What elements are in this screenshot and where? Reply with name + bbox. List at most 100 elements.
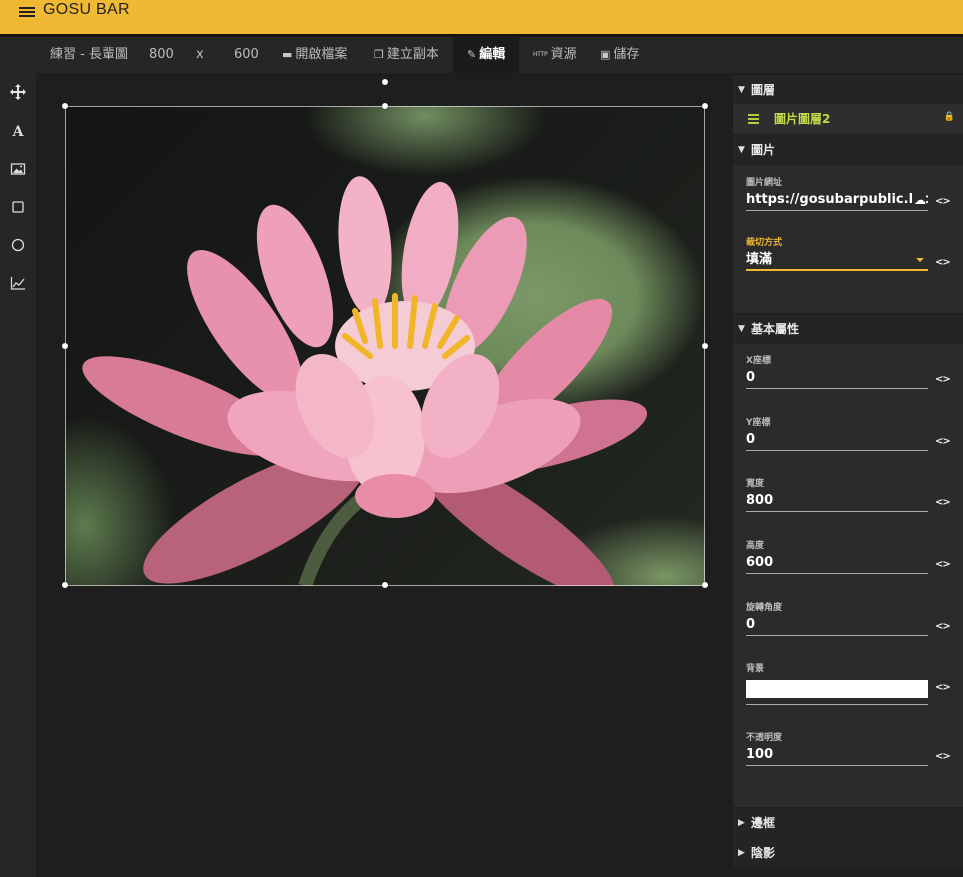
basic-section-title: 基本屬性 bbox=[751, 322, 800, 336]
fit-mode-label: 裁切方式 bbox=[746, 238, 783, 248]
fit-mode-field[interactable]: 裁切方式 填滿 bbox=[746, 237, 928, 271]
app-bar: GOSU BAR bbox=[0, 0, 963, 34]
canvas-area[interactable] bbox=[36, 73, 733, 877]
resources-label: 資源 bbox=[550, 47, 577, 62]
x-label: X座標 bbox=[746, 356, 771, 366]
size-separator: x bbox=[196, 47, 204, 62]
lotus-image-layer[interactable] bbox=[65, 106, 705, 586]
rotate-handle[interactable] bbox=[382, 79, 388, 85]
binding-code-icon[interactable]: <> bbox=[935, 374, 951, 385]
rotation-input[interactable]: 0 bbox=[746, 614, 928, 636]
chart-icon[interactable] bbox=[9, 275, 27, 293]
image-icon[interactable] bbox=[9, 161, 27, 179]
chevron-down-icon: ▼ bbox=[738, 85, 745, 95]
opacity-input[interactable]: 100 bbox=[746, 744, 928, 766]
main-toolbar: 練習 - 長輩圖 800 x 600 ▬ 開啟檔案 ❐ 建立副本 ✎ 編輯 HTTP 資… bbox=[0, 37, 963, 73]
height-input[interactable]: 600 bbox=[746, 552, 928, 574]
image-url-input[interactable]: https://gosubarpublic.blob. ☁ bbox=[746, 189, 928, 211]
project-name[interactable]: 練習 - 長輩圖 bbox=[50, 37, 128, 73]
tab-edit[interactable]: ✎ 編輯 bbox=[453, 37, 520, 73]
canvas-width[interactable]: 800 bbox=[149, 37, 174, 73]
background-color-swatch[interactable] bbox=[746, 680, 928, 698]
binding-code-icon[interactable]: <> bbox=[935, 436, 951, 447]
resize-handle-top-left[interactable] bbox=[62, 103, 68, 109]
pencil-icon: ✎ bbox=[467, 48, 477, 61]
http-icon: HTTP bbox=[533, 51, 548, 58]
width-field[interactable]: 寬度 800 bbox=[746, 478, 928, 512]
rotation-label: 旋轉角度 bbox=[746, 603, 783, 613]
x-field[interactable]: X座標 0 bbox=[746, 355, 928, 389]
floppy-disk-icon: ▣ bbox=[600, 48, 611, 61]
move-icon[interactable] bbox=[9, 84, 27, 102]
folder-icon: ▬ bbox=[282, 48, 293, 61]
layers-title: 圖層 bbox=[751, 83, 776, 97]
resize-handle-top[interactable] bbox=[382, 103, 388, 109]
save-label: 儲存 bbox=[613, 47, 640, 62]
lock-icon[interactable]: 🔒 bbox=[944, 112, 955, 122]
image-url-field[interactable]: 圖片網址 https://gosubarpublic.blob. ☁ bbox=[746, 177, 928, 211]
binding-code-icon[interactable]: <> bbox=[935, 751, 951, 762]
opacity-label: 不透明度 bbox=[746, 733, 783, 743]
resize-handle-top-right[interactable] bbox=[702, 103, 708, 109]
y-input[interactable]: 0 bbox=[746, 429, 928, 451]
binding-code-icon[interactable]: <> bbox=[935, 257, 951, 268]
resize-handle-bottom[interactable] bbox=[382, 582, 388, 588]
width-label: 寬度 bbox=[746, 479, 765, 489]
duplicate-button[interactable]: ❐ 建立副本 bbox=[374, 37, 439, 73]
properties-panel: ▼ 圖層 圖片圖層2 🔒 ▼ 圖片 圖片網址 https://gosubarpu… bbox=[733, 73, 963, 877]
image-section-header[interactable]: ▼ 圖片 bbox=[733, 135, 963, 165]
image-url-label: 圖片網址 bbox=[746, 178, 783, 188]
rectangle-icon[interactable] bbox=[9, 199, 27, 217]
x-input[interactable]: 0 bbox=[746, 367, 928, 389]
layer-item-image[interactable]: 圖片圖層2 🔒 bbox=[733, 104, 963, 134]
chevron-right-icon: ▶ bbox=[738, 848, 745, 858]
shadow-section-header[interactable]: ▶ 陰影 bbox=[733, 838, 963, 868]
basic-section-body: X座標 0 <> Y座標 0 <> 寬度 800 <> 高度 600 <> 旋轉… bbox=[733, 344, 963, 807]
basic-section-header[interactable]: ▼ 基本屬性 bbox=[733, 314, 963, 344]
lotus-flower-picture bbox=[82, 176, 648, 586]
circle-icon[interactable] bbox=[9, 237, 27, 255]
background-field[interactable]: 背景 bbox=[746, 663, 928, 707]
binding-code-icon[interactable]: <> bbox=[935, 559, 951, 570]
y-field[interactable]: Y座標 0 bbox=[746, 417, 928, 451]
binding-code-icon[interactable]: <> bbox=[935, 196, 951, 207]
y-label: Y座標 bbox=[746, 418, 771, 428]
dropdown-caret-icon bbox=[916, 258, 924, 262]
save-button[interactable]: ▣ 儲存 bbox=[600, 37, 639, 73]
binding-code-icon[interactable]: <> bbox=[935, 621, 951, 632]
height-label: 高度 bbox=[746, 541, 765, 551]
image-section-body: 圖片網址 https://gosubarpublic.blob. ☁ <> 裁切… bbox=[733, 165, 963, 313]
border-section-header[interactable]: ▶ 邊框 bbox=[733, 808, 963, 838]
height-field[interactable]: 高度 600 bbox=[746, 540, 928, 574]
chevron-down-icon: ▼ bbox=[738, 324, 745, 334]
cloud-upload-icon[interactable]: ☁ bbox=[912, 189, 926, 210]
copy-icon: ❐ bbox=[374, 48, 384, 61]
resize-handle-right[interactable] bbox=[702, 343, 708, 349]
duplicate-label: 建立副本 bbox=[386, 47, 439, 62]
fit-mode-select[interactable]: 填滿 bbox=[746, 249, 928, 271]
resize-handle-bottom-left[interactable] bbox=[62, 582, 68, 588]
edit-label: 編輯 bbox=[479, 47, 506, 62]
drag-handle-icon[interactable] bbox=[748, 114, 759, 126]
chevron-down-icon: ▼ bbox=[738, 145, 745, 155]
text-tool-icon[interactable]: A bbox=[9, 123, 27, 141]
resources-button[interactable]: HTTP 資源 bbox=[533, 37, 577, 73]
image-url-value: https://gosubarpublic.blob. bbox=[746, 192, 928, 207]
layers-section-header[interactable]: ▼ 圖層 bbox=[733, 75, 963, 105]
binding-code-icon[interactable]: <> bbox=[935, 682, 951, 693]
width-input[interactable]: 800 bbox=[746, 490, 928, 512]
hamburger-menu-icon[interactable] bbox=[19, 5, 35, 19]
canvas-height[interactable]: 600 bbox=[234, 37, 259, 73]
open-file-button[interactable]: ▬ 開啟檔案 bbox=[282, 37, 347, 73]
tool-rail: A bbox=[0, 73, 36, 877]
resize-handle-left[interactable] bbox=[62, 343, 68, 349]
shadow-section-title: 陰影 bbox=[751, 846, 776, 860]
chevron-right-icon: ▶ bbox=[738, 818, 745, 828]
app-title: GOSU BAR bbox=[43, 1, 130, 18]
binding-code-icon[interactable]: <> bbox=[935, 497, 951, 508]
image-section-title: 圖片 bbox=[751, 143, 776, 157]
opacity-field[interactable]: 不透明度 100 bbox=[746, 732, 928, 766]
background-label: 背景 bbox=[746, 664, 765, 674]
rotation-field[interactable]: 旋轉角度 0 bbox=[746, 602, 928, 636]
resize-handle-bottom-right[interactable] bbox=[702, 582, 708, 588]
